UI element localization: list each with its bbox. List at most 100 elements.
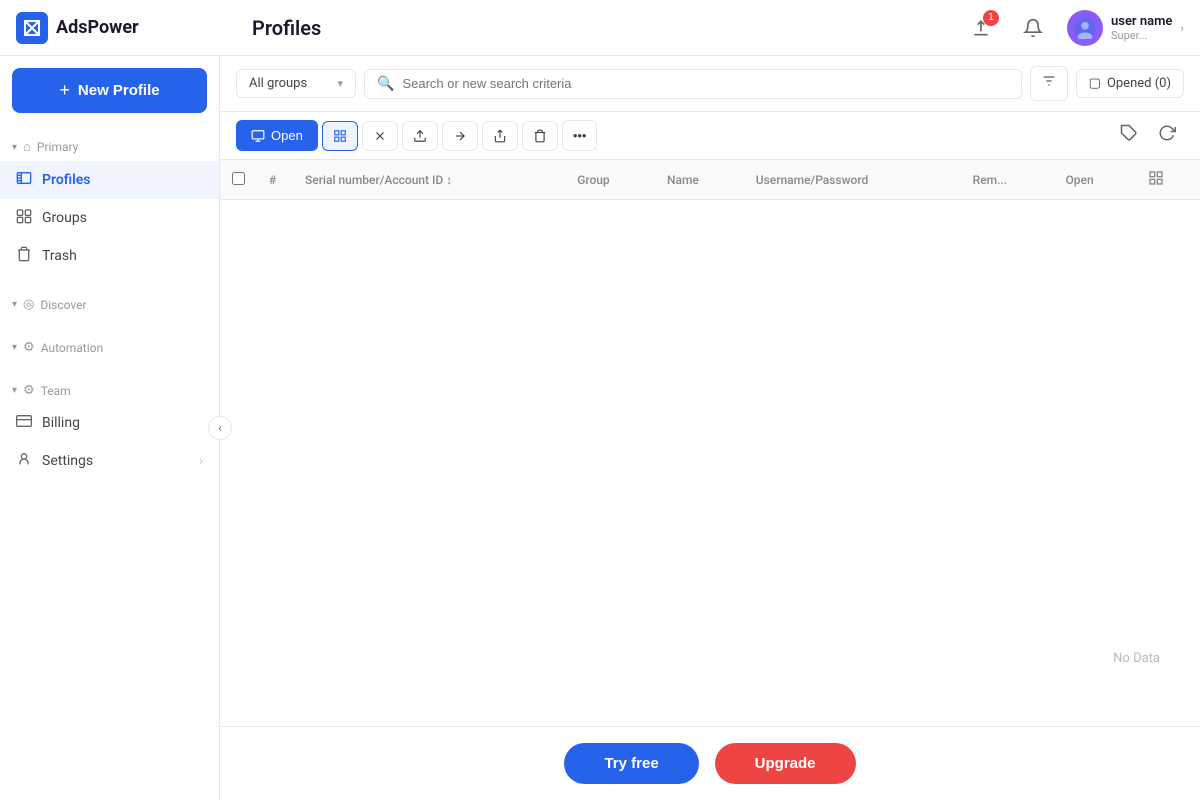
groups-label: Groups — [42, 210, 87, 226]
sidebar-item-groups[interactable]: Groups — [0, 199, 219, 237]
main-layout: + New Profile ▾ ⌂ Primary — [0, 56, 1200, 800]
th-open: Open — [1054, 160, 1137, 200]
action-bar: Open — [220, 112, 1200, 160]
logo-icon — [16, 12, 48, 44]
team-section-header[interactable]: ▾ ⚙ Team — [0, 377, 219, 404]
primary-section: ▾ ⌂ Primary Profiles — [0, 125, 219, 283]
toolbar: All groups ▾ 🔍 ▢ Opened (0) — [220, 56, 1200, 112]
automation-section-header[interactable]: ▾ ⚙ Automation — [0, 334, 219, 361]
discover-section: ▾ ◎ Discover — [0, 283, 219, 326]
trash-icon — [16, 246, 32, 266]
open-button[interactable]: Open — [236, 120, 318, 151]
opened-icon: ▢ — [1089, 76, 1101, 91]
filter-button[interactable] — [1030, 66, 1068, 101]
trash-label: Trash — [42, 248, 77, 264]
user-chevron-icon: › — [1180, 21, 1184, 35]
primary-section-header[interactable]: ▾ ⌂ Primary — [0, 133, 219, 161]
billing-label: Billing — [42, 415, 80, 431]
automation-arrow-icon: ▾ — [12, 342, 17, 353]
no-data-label: No Data — [1113, 651, 1160, 666]
settings-icon — [16, 451, 32, 471]
delete-button[interactable] — [522, 121, 558, 151]
opened-label: Opened (0) — [1107, 76, 1171, 91]
upload-badge: 1 — [983, 10, 999, 26]
new-profile-button[interactable]: + New Profile — [12, 68, 207, 113]
upgrade-button[interactable]: Upgrade — [715, 743, 856, 784]
content-area: All groups ▾ 🔍 ▢ Opened (0) — [220, 56, 1200, 800]
header-right: 1 user name Super... › — [963, 10, 1184, 46]
automation-icon: ⚙ — [23, 340, 35, 355]
sidebar-item-profiles[interactable]: Profiles — [0, 161, 219, 199]
opened-button[interactable]: ▢ Opened (0) — [1076, 69, 1184, 98]
sidebar-item-billing[interactable]: Billing — [0, 404, 219, 442]
sidebar-wrapper: + New Profile ▾ ⌂ Primary — [0, 56, 220, 800]
table-area: # Serial number/Account ID ↕ Group Name … — [220, 160, 1200, 726]
search-bar: 🔍 — [364, 69, 1022, 99]
bottom-bar: Try free Upgrade — [220, 726, 1200, 800]
sidebar-item-trash[interactable]: Trash — [0, 237, 219, 275]
th-grid[interactable] — [1136, 160, 1200, 200]
settings-label: Settings — [42, 453, 93, 469]
close-button[interactable] — [362, 121, 398, 151]
app-header: AdsPower Profiles 1 user n — [0, 0, 1200, 56]
batch-button[interactable] — [322, 121, 358, 151]
profiles-label: Profiles — [42, 172, 90, 188]
sidebar: + New Profile ▾ ⌂ Primary — [0, 56, 220, 800]
team-section: ▾ ⚙ Team Billing — [0, 369, 219, 488]
search-icon: 🔍 — [377, 76, 394, 92]
table-header: # Serial number/Account ID ↕ Group Name … — [220, 160, 1200, 200]
th-hash: # — [257, 160, 293, 200]
try-free-button[interactable]: Try free — [564, 743, 698, 784]
settings-chevron-icon: › — [199, 454, 203, 468]
discover-icon: ◎ — [23, 297, 34, 312]
groups-dropdown-label: All groups — [249, 76, 307, 91]
primary-arrow-icon: ▾ — [12, 142, 17, 153]
upload-button[interactable]: 1 — [963, 10, 999, 46]
user-avatar — [1067, 10, 1103, 46]
logo-text: AdsPower — [56, 17, 139, 38]
home-icon: ⌂ — [23, 139, 31, 155]
sidebar-toggle-button[interactable]: ‹ — [208, 416, 232, 440]
discover-arrow-icon: ▾ — [12, 299, 17, 310]
notification-button[interactable] — [1015, 10, 1051, 46]
th-username: Username/Password — [744, 160, 961, 200]
th-name: Name — [655, 160, 744, 200]
move-button[interactable] — [442, 121, 478, 151]
tag-button[interactable] — [1112, 120, 1146, 151]
user-info: user name Super... — [1111, 14, 1172, 42]
dropdown-arrow-icon: ▾ — [337, 77, 343, 90]
groups-dropdown[interactable]: All groups ▾ — [236, 69, 356, 98]
th-remark: Rem... — [961, 160, 1054, 200]
th-serial: Serial number/Account ID ↕ — [293, 160, 565, 200]
profiles-icon — [16, 170, 32, 190]
upload-action-button[interactable] — [402, 121, 438, 151]
th-group: Group — [565, 160, 655, 200]
sort-icon: ↕ — [446, 173, 452, 187]
primary-label: Primary — [37, 140, 78, 154]
automation-label: Automation — [41, 341, 103, 355]
th-checkbox — [220, 160, 257, 200]
sidebar-item-settings[interactable]: Settings › — [0, 442, 219, 480]
search-input[interactable] — [402, 76, 1008, 91]
more-icon: ••• — [573, 128, 587, 143]
logo-area: AdsPower — [16, 12, 236, 44]
user-name: user name — [1111, 14, 1172, 29]
plus-icon: + — [59, 80, 70, 101]
page-title: Profiles — [236, 16, 963, 40]
discover-section-header[interactable]: ▾ ◎ Discover — [0, 291, 219, 318]
user-role: Super... — [1111, 29, 1172, 42]
user-area[interactable]: user name Super... › — [1067, 10, 1184, 46]
select-all-checkbox[interactable] — [232, 172, 245, 185]
groups-icon — [16, 208, 32, 228]
new-profile-label: New Profile — [78, 82, 160, 99]
discover-label: Discover — [40, 298, 86, 312]
refresh-button[interactable] — [1150, 120, 1184, 151]
team-arrow-icon: ▾ — [12, 385, 17, 396]
more-button[interactable]: ••• — [562, 120, 598, 151]
share-button[interactable] — [482, 121, 518, 151]
billing-icon — [16, 413, 32, 433]
table-header-row: # Serial number/Account ID ↕ Group Name … — [220, 160, 1200, 200]
team-label: Team — [41, 384, 71, 398]
open-label: Open — [271, 128, 303, 143]
team-icon: ⚙ — [23, 383, 35, 398]
